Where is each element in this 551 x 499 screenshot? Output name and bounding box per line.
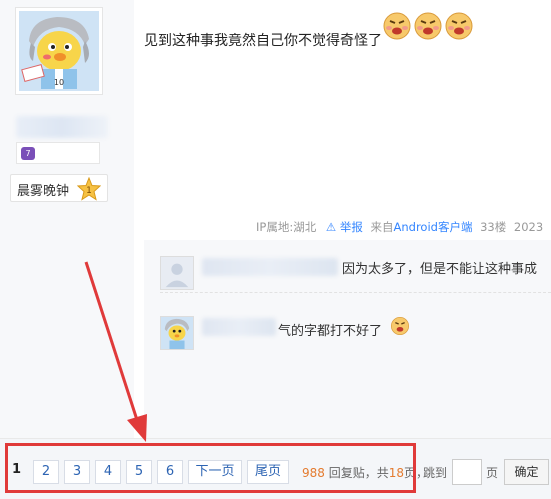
floor-number: 33楼 [480, 220, 507, 234]
reply-text: 因为太多了，但是不能让这种事成 [342, 262, 538, 277]
confirm-button[interactable]: 确定 [504, 459, 549, 485]
reply-list: 因为太多了，但是不能让这种事成 气的字都打不好了 [144, 240, 551, 438]
level-badge[interactable]: 7 [16, 142, 100, 164]
author-name-blurred[interactable] [16, 116, 108, 138]
report-link[interactable]: ⚠ 举报 [326, 220, 363, 234]
member-badge-label: 晨雾晚钟 [17, 184, 70, 199]
source-prefix: 来自 [370, 220, 394, 234]
member-badge[interactable]: 晨雾晚钟 1 [10, 174, 108, 202]
reply-item: 因为太多了，但是不能让这种事成 [160, 256, 551, 296]
reply-divider [160, 292, 551, 293]
star-badge-icon: 1 [77, 177, 101, 201]
avatar-image [161, 317, 193, 349]
source-client-link[interactable]: Android客户端 [393, 220, 472, 234]
default-user-icon [161, 257, 193, 289]
reply-text: 气的字都打不好了 [278, 324, 383, 339]
warning-icon: ⚠ [325, 220, 337, 234]
svg-text:10: 10 [54, 78, 64, 87]
post-meta: IP属地:湖北 ⚠ 举报 来自Android客户端 33楼 2023 [256, 219, 543, 235]
angry-face-emoji-icon [414, 12, 442, 40]
highlight-box [5, 443, 416, 493]
angry-face-emoji-icon [383, 12, 411, 40]
angry-face-emoji-icon [445, 12, 473, 40]
avatar-image: 10 [19, 11, 99, 91]
level-icon: 7 [21, 147, 35, 160]
author-column: 10 7 晨雾晚钟 1 [0, 0, 134, 438]
reply-item: 气的字都打不好了 [160, 316, 551, 356]
ip-location: IP属地:湖北 [256, 220, 317, 234]
page-unit: 页 [486, 466, 499, 480]
reply-avatar[interactable] [160, 316, 194, 350]
author-avatar[interactable]: 10 [15, 7, 103, 95]
reply-username-blurred[interactable] [202, 318, 276, 336]
post-page: 10 7 晨雾晚钟 1 见到这种事我竟然自己你不觉得奇怪了 IP属地:湖北 ⚠ … [0, 0, 551, 499]
svg-text:1: 1 [86, 186, 92, 196]
jump-page-input[interactable] [452, 459, 482, 485]
post-content: 见到这种事我竟然自己你不觉得奇怪了 [144, 33, 382, 49]
angry-face-emoji-icon [391, 317, 409, 335]
reply-username-blurred[interactable] [202, 258, 338, 276]
reply-avatar[interactable] [160, 256, 194, 290]
post-time: 2023 [513, 220, 544, 234]
jump-label: 跳到 [423, 466, 448, 480]
post-emojis [382, 11, 474, 41]
report-label: 举报 [339, 220, 363, 234]
